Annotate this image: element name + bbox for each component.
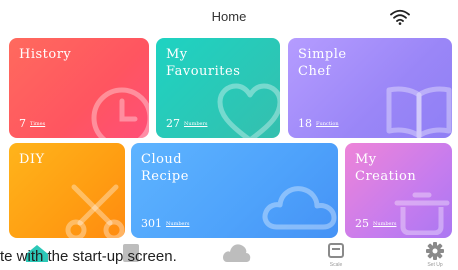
cloud-icon [262,186,337,230]
card-count: 18 Function [298,117,339,130]
card-title: My Favourites [166,47,241,79]
card-count: 7 Times [19,117,46,130]
card-history[interactable]: History 7 Times [9,38,149,138]
clock-icon [91,87,149,138]
pot-icon [394,192,450,235]
scissors-icon [65,184,125,238]
book-icon [386,86,452,138]
nav-scale[interactable]: Scale [321,240,351,270]
card-count: 25 Numbers [355,217,397,230]
nav-label-scale: Scale [329,262,343,268]
nav-setup[interactable]: Set Up [420,240,450,270]
card-simple-chef[interactable]: Simple Chef 18 Function [288,38,452,138]
card-title: DIY [19,152,45,167]
card-title: My Creation [355,152,417,184]
heart-icon [217,83,280,138]
card-title: History [19,47,72,62]
nav-cloud[interactable] [221,240,251,270]
card-title: Cloud Recipe [141,152,189,184]
card-count: 27 Numbers [166,117,208,130]
scale-icon [328,243,344,258]
gear-icon [426,242,444,260]
card-my-creation[interactable]: My Creation 25 Numbers [345,143,452,238]
card-diy[interactable]: DIY [9,143,125,238]
card-my-favourites[interactable]: My Favourites 27 Numbers [156,38,280,138]
card-count: 301 Numbers [141,217,190,230]
top-bar: Home [0,0,458,34]
nav-label-setup: Set Up [427,262,443,268]
card-title: Simple Chef [298,47,347,79]
caption-text: te with the start-up screen. [0,248,177,265]
card-cloud-recipe[interactable]: Cloud Recipe 301 Numbers [131,143,338,238]
cloud-nav-icon [223,244,251,262]
wifi-icon [390,9,410,25]
